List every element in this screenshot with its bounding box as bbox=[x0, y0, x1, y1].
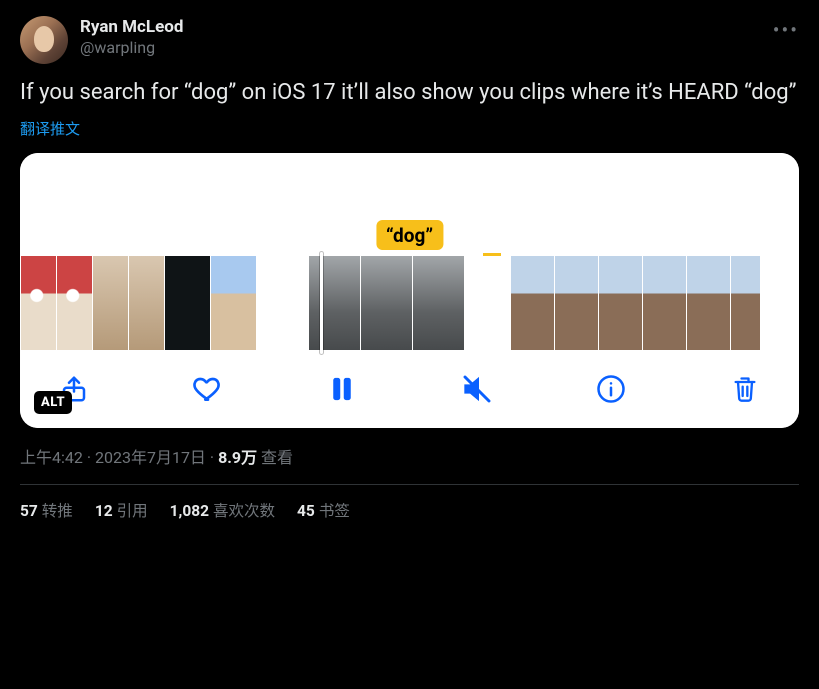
timeline-gap bbox=[256, 256, 308, 350]
timeline-thumbnail bbox=[510, 256, 554, 350]
translate-link[interactable]: 翻译推文 bbox=[20, 118, 80, 139]
tweet-time[interactable]: 上午4:42 bbox=[20, 448, 83, 467]
likes-label: 喜欢次数 bbox=[213, 502, 275, 520]
video-timeline[interactable] bbox=[20, 256, 799, 350]
quotes-count: 12 bbox=[95, 502, 113, 520]
pause-icon[interactable] bbox=[322, 369, 362, 409]
timeline-thumbnail bbox=[56, 256, 92, 350]
author-handle: @warpling bbox=[80, 38, 773, 59]
retweets-label: 转推 bbox=[42, 502, 73, 520]
timeline-thumbnail bbox=[92, 256, 128, 350]
timeline-thumbnail bbox=[598, 256, 642, 350]
bookmarks-label: 书签 bbox=[319, 502, 350, 520]
quotes-label: 引用 bbox=[117, 502, 148, 520]
tweet-stats: 57转推 12引用 1,082喜欢次数 45书签 bbox=[20, 485, 799, 521]
bookmarks-count: 45 bbox=[297, 502, 315, 520]
info-icon[interactable] bbox=[591, 369, 631, 409]
heart-icon[interactable] bbox=[188, 369, 228, 409]
meta-sep: · bbox=[83, 448, 95, 467]
timeline-thumbnail bbox=[210, 256, 256, 350]
author-block[interactable]: Ryan McLeod @warpling bbox=[80, 16, 773, 59]
timeline-thumbnail bbox=[360, 256, 412, 350]
timeline-thumbnail bbox=[554, 256, 598, 350]
mute-icon[interactable] bbox=[457, 369, 497, 409]
timeline-thumbnail bbox=[128, 256, 164, 350]
trash-icon[interactable] bbox=[725, 369, 765, 409]
tweet-header: Ryan McLeod @warpling ••• bbox=[20, 16, 799, 64]
meta-sep: · bbox=[206, 448, 218, 467]
timeline-thumbnail bbox=[686, 256, 730, 350]
tweet-meta: 上午4:42 · 2023年7月17日 · 8.9万 查看 bbox=[20, 444, 799, 468]
retweets-count: 57 bbox=[20, 502, 38, 520]
more-options-icon[interactable]: ••• bbox=[773, 16, 799, 42]
likes-count: 1,082 bbox=[170, 502, 209, 520]
views-label: 查看 bbox=[257, 448, 293, 467]
likes-stat[interactable]: 1,082喜欢次数 bbox=[170, 499, 275, 521]
timeline-thumbnail bbox=[730, 256, 760, 350]
views-count: 8.9万 bbox=[218, 448, 257, 467]
bookmarks-stat[interactable]: 45书签 bbox=[297, 499, 350, 521]
tweet-date[interactable]: 2023年7月17日 bbox=[95, 448, 206, 467]
timeline-thumbnail bbox=[412, 256, 464, 350]
quotes-stat[interactable]: 12引用 bbox=[95, 499, 148, 521]
timeline-gap bbox=[464, 256, 510, 350]
timeline-thumbnail bbox=[642, 256, 686, 350]
playhead-icon[interactable] bbox=[320, 252, 323, 354]
keyword-tag: “dog” bbox=[376, 220, 443, 250]
tweet-body-text: If you search for “dog” on iOS 17 it’ll … bbox=[20, 78, 799, 108]
alt-badge[interactable]: ALT bbox=[34, 391, 72, 414]
author-display-name: Ryan McLeod bbox=[80, 16, 773, 38]
media-preview-top: “dog” bbox=[20, 153, 799, 256]
avatar[interactable] bbox=[20, 16, 68, 64]
timeline-thumbnail bbox=[308, 256, 360, 350]
timeline-thumbnail bbox=[164, 256, 210, 350]
media-attachment[interactable]: “dog” bbox=[20, 153, 799, 428]
media-toolbar bbox=[20, 350, 799, 428]
tweet-container: Ryan McLeod @warpling ••• If you search … bbox=[0, 0, 819, 529]
retweets-stat[interactable]: 57转推 bbox=[20, 499, 73, 521]
timeline-thumbnail bbox=[20, 256, 56, 350]
